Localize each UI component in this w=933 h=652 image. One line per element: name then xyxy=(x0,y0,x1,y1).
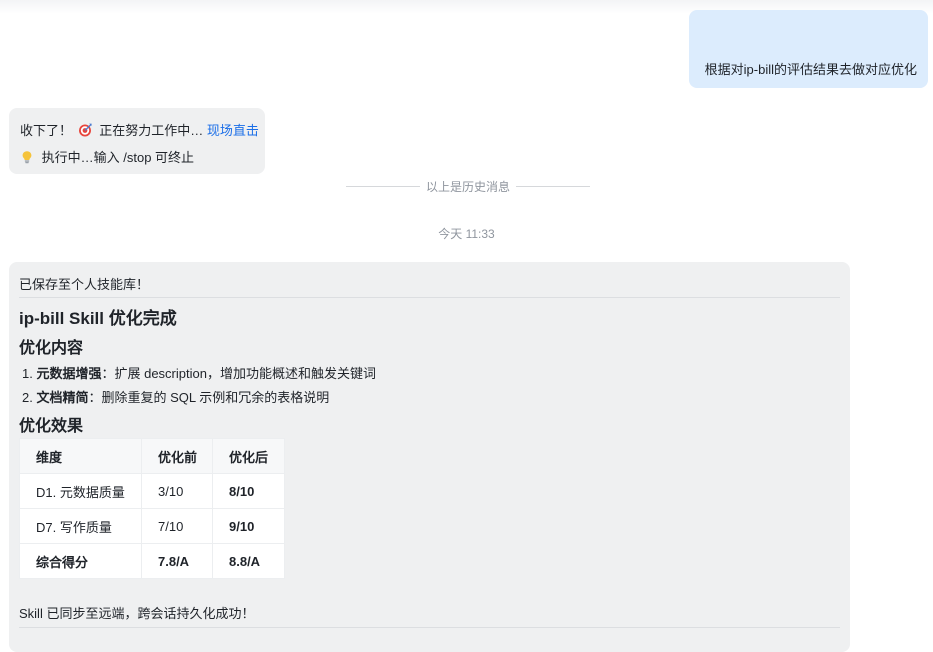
list-item: 1. 元数据增强：扩展 description，增加功能概述和触发关键词 xyxy=(22,363,376,382)
list-item-text: ：删除重复的 SQL 示例和冗余的表格说明 xyxy=(88,390,330,405)
table-row: D7. 写作质量 7/10 9/10 xyxy=(19,508,285,544)
table-header-cell: 优化前 xyxy=(141,438,213,474)
history-divider-label: 以上是历史消息 xyxy=(426,179,511,194)
list-item-bold: 文档精简 xyxy=(36,390,89,405)
divider-line-left xyxy=(346,185,420,187)
list-item: 2. 文档精简：删除重复的 SQL 示例和冗余的表格说明 xyxy=(22,387,329,406)
table-cell: 8.8/A xyxy=(212,543,285,579)
table-row: D1. 元数据质量 3/10 8/10 xyxy=(19,473,285,509)
list-item-num: 1. xyxy=(22,366,33,381)
table-header-cell: 维度 xyxy=(19,438,142,474)
list-item-num: 2. xyxy=(22,390,33,405)
list-item-bold: 元数据增强 xyxy=(36,366,102,381)
sync-notice: Skill 已同步至远端，跨会话持久化成功！ xyxy=(19,606,255,621)
status-stop-hint: 执行中…输入 /stop 可终止 xyxy=(41,150,195,165)
table-header-row: 维度 优化前 优化后 xyxy=(19,438,285,474)
live-view-link[interactable]: 现场直击 xyxy=(207,123,259,138)
lightbulb-emoji-icon xyxy=(22,151,32,164)
table-cell: 7.8/A xyxy=(141,543,213,579)
table-cell: 综合得分 xyxy=(19,543,142,579)
status-line-2: 执行中…输入 /stop 可终止 xyxy=(20,147,194,166)
history-divider: 以上是历史消息 xyxy=(346,178,591,194)
table-cell: D7. 写作质量 xyxy=(19,508,142,544)
result-title: ip-bill Skill 优化完成 xyxy=(19,309,177,328)
table-row: 综合得分 7.8/A 8.8/A xyxy=(19,543,285,579)
bot-status-bubble: 收下了！ 正在努力工作中… 现场直击 执行中…输入 /stop 可终止 xyxy=(9,108,265,174)
table-cell: D1. 元数据质量 xyxy=(19,473,142,509)
comparison-table: 维度 优化前 优化后 D1. 元数据质量 3/10 8/10 D7. 写作质量 … xyxy=(19,438,285,579)
divider-line-right xyxy=(516,185,591,187)
section-heading-content: 优化内容 xyxy=(19,340,84,357)
list-item-text: ：扩展 description，增加功能概述和触发关键词 xyxy=(101,366,376,381)
card-separator-bottom xyxy=(19,627,840,628)
status-prefix: 收下了！ xyxy=(20,123,73,138)
card-separator xyxy=(19,297,840,298)
message-timestamp: 今天 11:33 xyxy=(438,227,495,241)
table-cell: 7/10 xyxy=(141,508,213,544)
table-header-cell: 优化后 xyxy=(212,438,285,474)
target-emoji-icon xyxy=(78,123,92,137)
user-message-bubble: 根据对ip-bill的评估结果去做对应优化 xyxy=(689,10,928,88)
saved-notice: 已保存至个人技能库！ xyxy=(19,277,150,292)
status-line-1: 收下了！ 正在努力工作中… 现场直击 xyxy=(20,120,259,139)
table-cell: 8/10 xyxy=(212,473,285,509)
user-message-text: 根据对ip-bill的评估结果去做对应优化 xyxy=(704,62,917,77)
table-cell: 3/10 xyxy=(141,473,213,509)
bot-result-card: 已保存至个人技能库！ ip-bill Skill 优化完成 优化内容 1. 元数… xyxy=(9,262,850,652)
section-heading-effect: 优化效果 xyxy=(19,418,84,435)
status-middle: 正在努力工作中… xyxy=(99,123,204,138)
table-cell: 9/10 xyxy=(212,508,285,544)
